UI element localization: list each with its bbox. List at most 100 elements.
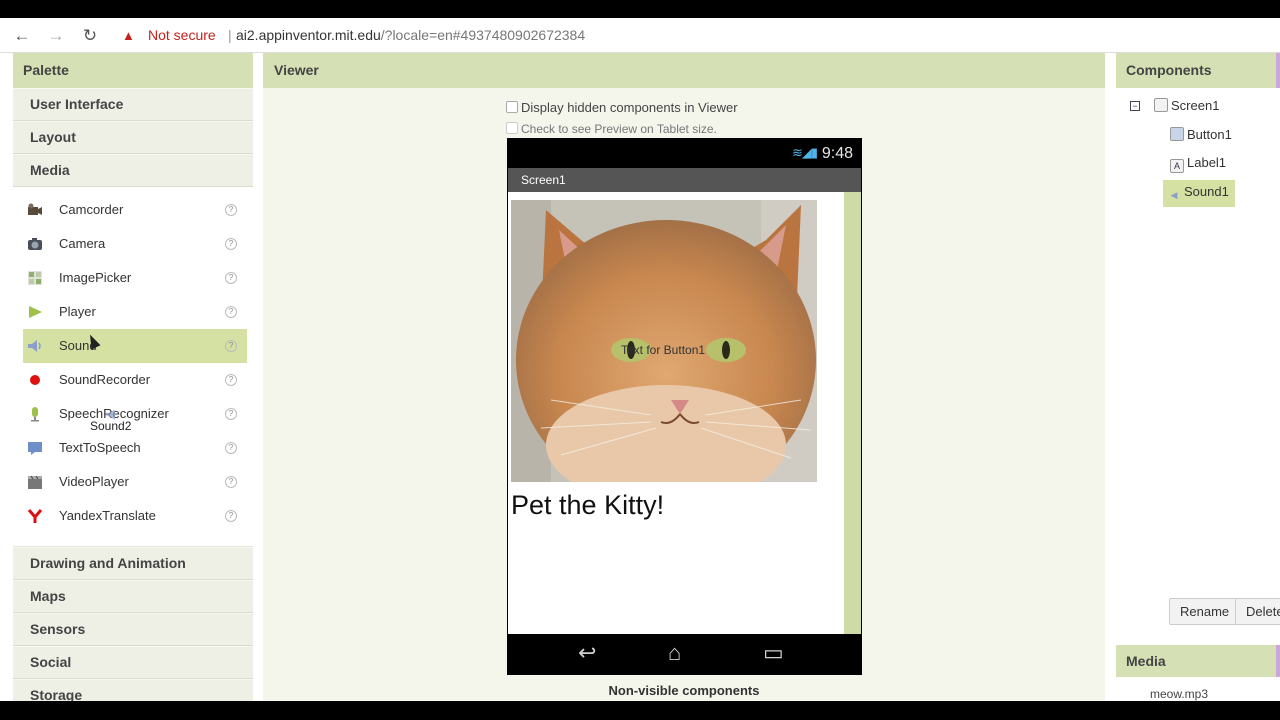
category-social[interactable]: Social (13, 646, 253, 679)
tree-item-sound1[interactable]: ◀ Sound1 (1163, 180, 1235, 207)
rename-button[interactable]: Rename (1169, 598, 1241, 625)
url-separator: | (228, 27, 232, 43)
phone-time: 9:48 (821, 145, 853, 162)
screenshot-frame: ← → ↻ ▲ Not secure | ai2.appinventor.mit… (0, 0, 1280, 720)
texttospeech-icon (28, 442, 42, 455)
url-host: ai2.appinventor.mit.edu (236, 27, 381, 43)
palette-item-videoplayer[interactable]: VideoPlayer ? (23, 465, 247, 499)
help-icon[interactable]: ? (225, 238, 237, 250)
components-title: Components (1116, 53, 1280, 88)
palette-item-soundrecorder[interactable]: SoundRecorder ? (23, 363, 247, 397)
forward-button[interactable]: → (46, 26, 66, 46)
category-drawing-animation[interactable]: Drawing and Animation (13, 547, 253, 580)
label-icon: A (1170, 159, 1184, 173)
button-icon (1170, 127, 1184, 141)
nonvisible-components-label: Non-visible components (608, 683, 760, 698)
reload-button[interactable]: ↻ (80, 26, 100, 46)
screen-scroll-indicator (844, 192, 861, 634)
category-maps[interactable]: Maps (13, 580, 253, 613)
wifi-signal-battery-icon: ≋◢▮ (791, 145, 818, 160)
address-bar[interactable]: ▲ Not secure | ai2.appinventor.mit.edu/?… (112, 22, 1272, 49)
button1-text: Text for Button1 (621, 343, 706, 357)
help-icon[interactable]: ? (225, 204, 237, 216)
speechrecognizer-icon (31, 407, 39, 422)
delete-button[interactable]: Delete (1235, 598, 1280, 625)
tree-item-screen1[interactable]: Screen1 (1154, 98, 1219, 113)
palette-panel: Palette User Interface Layout Media Camc… (13, 53, 253, 701)
media-panel: Media meow.mp3 (1116, 645, 1280, 701)
help-icon[interactable]: ? (225, 374, 237, 386)
palette-item-label: ImagePicker (59, 270, 132, 285)
palette-item-camcorder[interactable]: Camcorder ? (23, 193, 247, 227)
components-panel: Components − Screen1 Button1 A Label1 ◀ So… (1116, 53, 1280, 633)
palette-item-imagepicker[interactable]: ImagePicker ? (23, 261, 247, 295)
help-icon[interactable]: ? (225, 408, 237, 420)
panel-gap (253, 53, 263, 701)
nav-back-icon: ↩ (578, 640, 597, 665)
tablet-preview-label: Check to see Preview on Tablet size. (521, 122, 717, 136)
palette-item-label: SoundRecorder (59, 372, 151, 387)
palette-item-texttospeech[interactable]: TextToSpeech ? (23, 431, 247, 465)
help-icon[interactable]: ? (225, 510, 237, 522)
palette-item-sound[interactable]: Sound ? (23, 329, 247, 363)
collapse-toggle-icon[interactable]: − (1130, 101, 1140, 111)
tree-item-label1[interactable]: A Label1 (1170, 155, 1226, 173)
category-storage[interactable]: Storage (13, 679, 253, 701)
videoplayer-icon (28, 475, 42, 489)
palette-item-camera[interactable]: Camera ? (23, 227, 247, 261)
palette-item-label: Camera (59, 236, 106, 251)
back-button[interactable]: ← (12, 26, 32, 46)
phone-nav-bar: ↩ ⌂ ▭ (508, 634, 861, 674)
app-inventor-workspace: Palette User Interface Layout Media Camc… (0, 53, 1280, 701)
sound-icon: ◀ (1170, 190, 1178, 200)
phone-status-bar: ≋◢▮ 9:48 (508, 139, 861, 168)
media-file-item[interactable]: meow.mp3 (1150, 687, 1208, 701)
help-icon[interactable]: ? (225, 306, 237, 318)
drag-ghost-label[interactable]: Sound2 (90, 419, 131, 433)
label1-text: Pet the Kitty! (511, 490, 665, 520)
media-component-list: Camcorder ? Camera ? ImagePicker ? Playe… (13, 187, 253, 547)
palette-item-player[interactable]: Player ? (23, 295, 247, 329)
tablet-preview-checkbox-row[interactable]: Check to see Preview on Tablet size. (506, 122, 717, 136)
camera-icon (28, 238, 42, 250)
url-path: /?locale=en#4937480902672384 (380, 27, 586, 43)
tree-item-label: Sound1 (1184, 184, 1229, 199)
category-sensors[interactable]: Sensors (13, 613, 253, 646)
nav-recents-icon: ▭ (763, 640, 784, 665)
tree-item-button1[interactable]: Button1 (1170, 127, 1232, 142)
soundrecorder-icon (30, 375, 40, 385)
screen-icon (1154, 98, 1168, 112)
sound-icon (28, 340, 41, 352)
category-media[interactable]: Media (13, 154, 253, 187)
hidden-components-checkbox-row[interactable]: Display hidden components in Viewer (506, 100, 738, 115)
warning-icon: ▲ (122, 28, 135, 43)
hidden-components-label: Display hidden components in Viewer (521, 100, 738, 115)
cat-photo (511, 200, 817, 482)
security-label[interactable]: Not secure (148, 22, 216, 49)
tree-item-label: Label1 (1187, 155, 1227, 170)
category-layout[interactable]: Layout (13, 121, 253, 154)
player-icon (29, 306, 42, 318)
palette-item-label: VideoPlayer (59, 474, 129, 489)
viewer-panel: Viewer Display hidden components in View… (263, 53, 1105, 701)
palette-item-speechrecognizer[interactable]: SpeechRecognizer ? (23, 397, 247, 431)
help-icon[interactable]: ? (225, 476, 237, 488)
tree-item-label: Screen1 (1171, 98, 1220, 113)
phone-screen[interactable]: Text for Button1 Pet the Kitty! (508, 192, 861, 634)
palette-item-label: YandexTranslate (59, 508, 156, 523)
button1-cat-image[interactable]: Text for Button1 (511, 200, 817, 482)
help-icon[interactable]: ? (225, 340, 237, 352)
help-icon[interactable]: ? (225, 442, 237, 454)
tree-item-label: Button1 (1187, 127, 1232, 142)
nav-home-icon: ⌂ (668, 640, 682, 665)
imagepicker-icon (28, 271, 42, 285)
url-text[interactable]: ai2.appinventor.mit.edu/?locale=en#49374… (236, 22, 585, 49)
palette-item-label: Player (59, 304, 96, 319)
hidden-components-checkbox[interactable] (506, 101, 518, 113)
viewer-title: Viewer (263, 53, 1105, 88)
category-user-interface[interactable]: User Interface (13, 88, 253, 121)
help-icon[interactable]: ? (225, 272, 237, 284)
tablet-preview-checkbox[interactable] (506, 122, 518, 134)
palette-item-yandextranslate[interactable]: YandexTranslate ? (23, 499, 247, 533)
palette-item-label: Camcorder (59, 202, 124, 217)
